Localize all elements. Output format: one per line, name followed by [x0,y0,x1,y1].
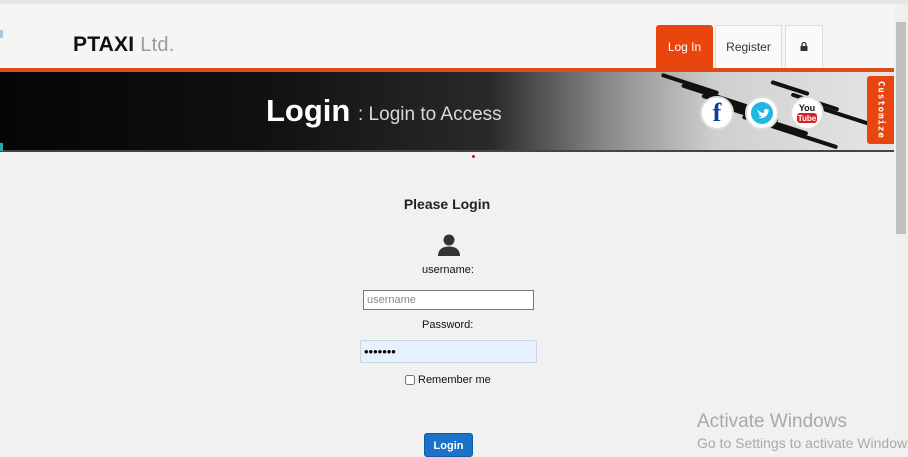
customize-label: Customize [875,81,886,139]
customize-tab[interactable]: Customize [867,76,894,144]
left-edge-marker [0,143,3,151]
site-logo[interactable]: PTAXI Ltd. [73,33,174,57]
page-title: Login [266,93,351,128]
twitter-icon[interactable] [745,96,779,130]
nav-login-tab[interactable]: Log In [656,25,713,68]
user-icon [437,234,461,256]
nav-lock-button[interactable] [785,25,823,68]
login-submit-button[interactable]: Login [424,433,473,457]
nav-register-tab[interactable]: Register [715,25,782,68]
activation-watermark-title: Activate Windows [697,411,847,432]
password-input[interactable] [360,340,537,363]
scrollbar-thumb[interactable] [896,22,906,234]
page-subtitle: : Login to Access [358,104,502,125]
form-heading: Please Login [403,196,491,212]
activation-watermark-text: Go to Settings to activate Windows. [697,435,908,451]
left-edge-marker [0,30,3,38]
brand-name: PTAXI [73,33,135,56]
decorative-dot [472,155,475,158]
lock-icon [800,40,808,54]
remember-me[interactable]: Remember me [405,374,491,386]
banner-bottom-rule [0,150,894,152]
youtube-label-top: You [799,103,815,113]
youtube-label-bottom: Tube [798,114,817,123]
facebook-icon[interactable]: f [700,96,734,130]
username-input[interactable] [363,290,534,310]
remember-me-label: Remember me [418,374,491,386]
username-label: username: [422,264,474,276]
password-label: Password: [422,319,474,331]
brand-suffix: Ltd. [140,34,175,56]
youtube-icon[interactable]: You Tube [790,96,824,130]
facebook-glyph: f [712,98,722,127]
remember-me-checkbox[interactable] [405,375,415,385]
